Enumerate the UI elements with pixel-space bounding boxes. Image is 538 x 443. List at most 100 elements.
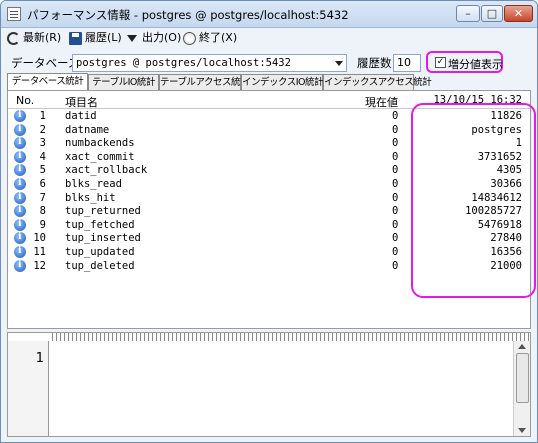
scroll-down-icon[interactable] [518, 428, 526, 433]
row-number: 3 [39, 137, 46, 150]
row-current-value: 0 [392, 150, 399, 163]
row-current-value: 0 [392, 205, 399, 218]
diff-checkbox[interactable]: ✓ [435, 57, 446, 68]
row-current-value: 0 [392, 137, 399, 150]
info-icon [14, 136, 26, 150]
tab-index-access-stats[interactable]: インデックスアクセス統計 [323, 74, 432, 90]
scroll-thumb[interactable] [516, 353, 529, 403]
row-current-value: 0 [392, 178, 399, 190]
table-header: No. 項目名 現在値 13/10/15 16:32 [8, 91, 530, 109]
table-row[interactable]: 6 blks_read 0 30366 [8, 177, 530, 192]
header-name: 項目名 [65, 96, 98, 109]
row-item-name: datname [65, 123, 110, 136]
info-icon [14, 150, 26, 163]
refresh-button[interactable]: 最新(R) [7, 29, 61, 47]
info-icon [14, 163, 26, 177]
title-bar: パフォーマンス情報 - postgres @ postgres/localhos… [1, 1, 537, 28]
row-item-name: tup_updated [65, 246, 135, 258]
header-timestamp: 13/10/15 16:32 [433, 94, 522, 106]
row-current-value: 0 [392, 246, 399, 258]
info-icon [14, 109, 26, 122]
database-select-value: postgres @ postgres/localhost:5432 [76, 57, 291, 69]
row-current-value: 0 [392, 164, 399, 177]
history-label: 履歴(L) [85, 31, 122, 44]
row-history-value: 1 [515, 137, 522, 150]
info-icon [14, 177, 26, 190]
close-button[interactable]: ✕ [504, 5, 533, 22]
row-item-name: numbackends [65, 137, 135, 150]
output-arrow-icon [126, 32, 139, 45]
row-history-value: 100285727 [465, 205, 522, 218]
exit-label: 終了(X) [199, 31, 238, 44]
row-history-value: 3731652 [477, 150, 522, 163]
row-item-name: tup_inserted [65, 232, 141, 245]
window-title: パフォーマンス情報 - postgres @ postgres/localhos… [27, 8, 349, 22]
table-row[interactable]: 1 datid 0 11826 [8, 109, 530, 124]
info-icon [14, 231, 26, 245]
row-number: 11 [33, 246, 46, 258]
exit-icon [183, 31, 196, 45]
scroll-up-icon[interactable] [518, 344, 526, 349]
output-button[interactable]: 出力(O) [126, 29, 181, 47]
info-icon [14, 123, 26, 136]
row-history-value: 16356 [490, 246, 522, 258]
tab-database-stats[interactable]: データベース統計 [7, 73, 88, 91]
diff-checkbox-highlight: ✓ 増分値表示 [426, 51, 503, 73]
table-row[interactable]: 3 numbackends 0 1 [8, 136, 530, 151]
row-item-name: blks_hit [65, 191, 116, 204]
row-item-name: blks_read [65, 178, 122, 190]
tab-table-access-stats[interactable]: テーブルアクセス統計 [159, 74, 249, 90]
row-history-value: 27840 [490, 232, 522, 245]
row-number: 9 [39, 218, 46, 231]
diff-checkbox-label: 増分値表示 [448, 58, 503, 71]
minimize-button[interactable]: – [456, 5, 480, 22]
row-current-value: 0 [392, 123, 399, 136]
table-row[interactable]: 4 xact_commit 0 3731652 [8, 150, 530, 165]
table-row[interactable]: 2 datname 0 postgres [8, 123, 530, 138]
tab-index-io-stats[interactable]: インデックスIO統計 [241, 74, 324, 90]
row-history-value: 4305 [496, 164, 522, 177]
history-count-input[interactable]: 10 [393, 54, 421, 72]
row-number: 8 [39, 205, 46, 218]
exit-button[interactable]: 終了(X) [183, 29, 237, 47]
row-item-name: tup_fetched [65, 218, 135, 231]
info-icon [14, 191, 26, 204]
row-number: 2 [39, 123, 46, 136]
table-row[interactable]: 7 blks_hit 0 14834612 [8, 191, 530, 206]
database-select[interactable]: postgres @ postgres/localhost:5432 [72, 54, 347, 72]
row-number: 4 [39, 150, 46, 163]
row-history-value: postgres [471, 123, 522, 136]
maximize-button[interactable]: □ [481, 5, 503, 22]
vertical-scrollbar[interactable] [513, 341, 530, 436]
row-number: 6 [39, 178, 46, 190]
line-gutter: 1 [8, 341, 49, 436]
database-label: データベース [11, 56, 80, 70]
row-current-value: 0 [392, 232, 399, 245]
row-history-value: 30366 [490, 178, 522, 190]
history-button[interactable]: 履歴(L) [69, 29, 122, 47]
database-row: データベース postgres @ postgres/localhost:543… [1, 51, 537, 75]
table-row[interactable]: 11 tup_updated 0 16356 [8, 245, 530, 260]
row-number: 5 [39, 164, 46, 177]
row-current-value: 0 [392, 191, 399, 204]
header-no: No. [16, 94, 35, 107]
refresh-label: 最新(R) [23, 31, 62, 44]
table-row[interactable]: 10 tup_inserted 0 27840 [8, 231, 530, 246]
tab-table-io-stats[interactable]: テーブルIO統計 [88, 74, 159, 90]
row-item-name: datid [65, 110, 97, 122]
table-row[interactable]: 9 tup_fetched 0 5476918 [8, 218, 530, 233]
header-current: 現在値 [365, 96, 398, 109]
line-number: 1 [35, 351, 44, 366]
output-label: 出力(O) [142, 31, 182, 44]
row-history-value: 11826 [490, 110, 522, 122]
sql-editor[interactable]: 1 [7, 332, 531, 437]
refresh-icon [7, 31, 20, 45]
info-icon [14, 259, 26, 272]
row-number: 7 [39, 191, 46, 204]
table-row[interactable]: 5 xact_rollback 0 4305 [8, 163, 530, 178]
row-history-value: 5476918 [477, 218, 522, 231]
row-current-value: 0 [392, 110, 399, 122]
table-row[interactable]: 12 tup_deleted 0 21000 [8, 259, 530, 274]
table-row[interactable]: 8 tup_returned 0 100285727 [8, 204, 530, 219]
history-count-label: 履歴数 [357, 56, 392, 70]
